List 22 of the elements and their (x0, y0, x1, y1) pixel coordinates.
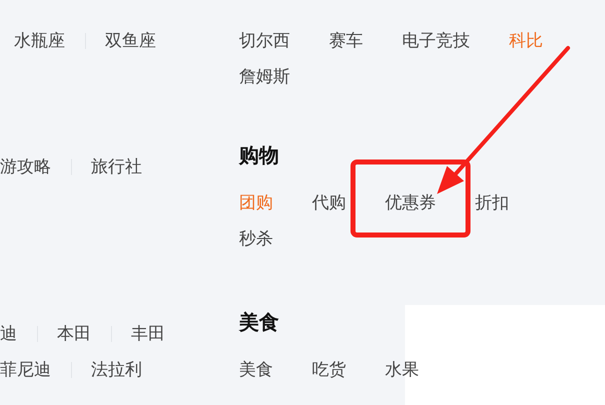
tag-link[interactable]: 吃货 (312, 352, 346, 388)
tag-link[interactable]: 游攻略 (0, 149, 51, 185)
tag-link[interactable]: 菲尼迪 (0, 352, 51, 388)
tag-link[interactable]: 优惠券 (385, 185, 436, 221)
tag-link[interactable]: 电子竞技 (402, 23, 470, 59)
tag-link[interactable]: 丰田 (131, 316, 165, 352)
tag-link[interactable]: 旅行社 (91, 149, 142, 185)
tag-link[interactable]: 迪 (0, 316, 17, 352)
tag-link[interactable]: 本田 (57, 316, 91, 352)
tag-link[interactable]: 切尔西 (239, 23, 290, 59)
category-heading: 购物 (239, 142, 279, 169)
category-heading: 美食 (239, 309, 279, 336)
tag-link[interactable]: 秒杀 (239, 221, 273, 257)
tag-link[interactable]: 双鱼座 (105, 23, 156, 59)
tag-link[interactable]: 詹姆斯 (239, 59, 290, 95)
tag-link[interactable]: 赛车 (329, 23, 363, 59)
tag-link[interactable]: 水果 (385, 352, 419, 388)
tag-link[interactable]: 美食 (239, 352, 273, 388)
tag-link[interactable]: 法拉利 (91, 352, 142, 388)
tag-link[interactable]: 水瓶座 (14, 23, 65, 59)
tag-link[interactable]: 折扣 (475, 185, 509, 221)
tag-link[interactable]: 代购 (312, 185, 346, 221)
